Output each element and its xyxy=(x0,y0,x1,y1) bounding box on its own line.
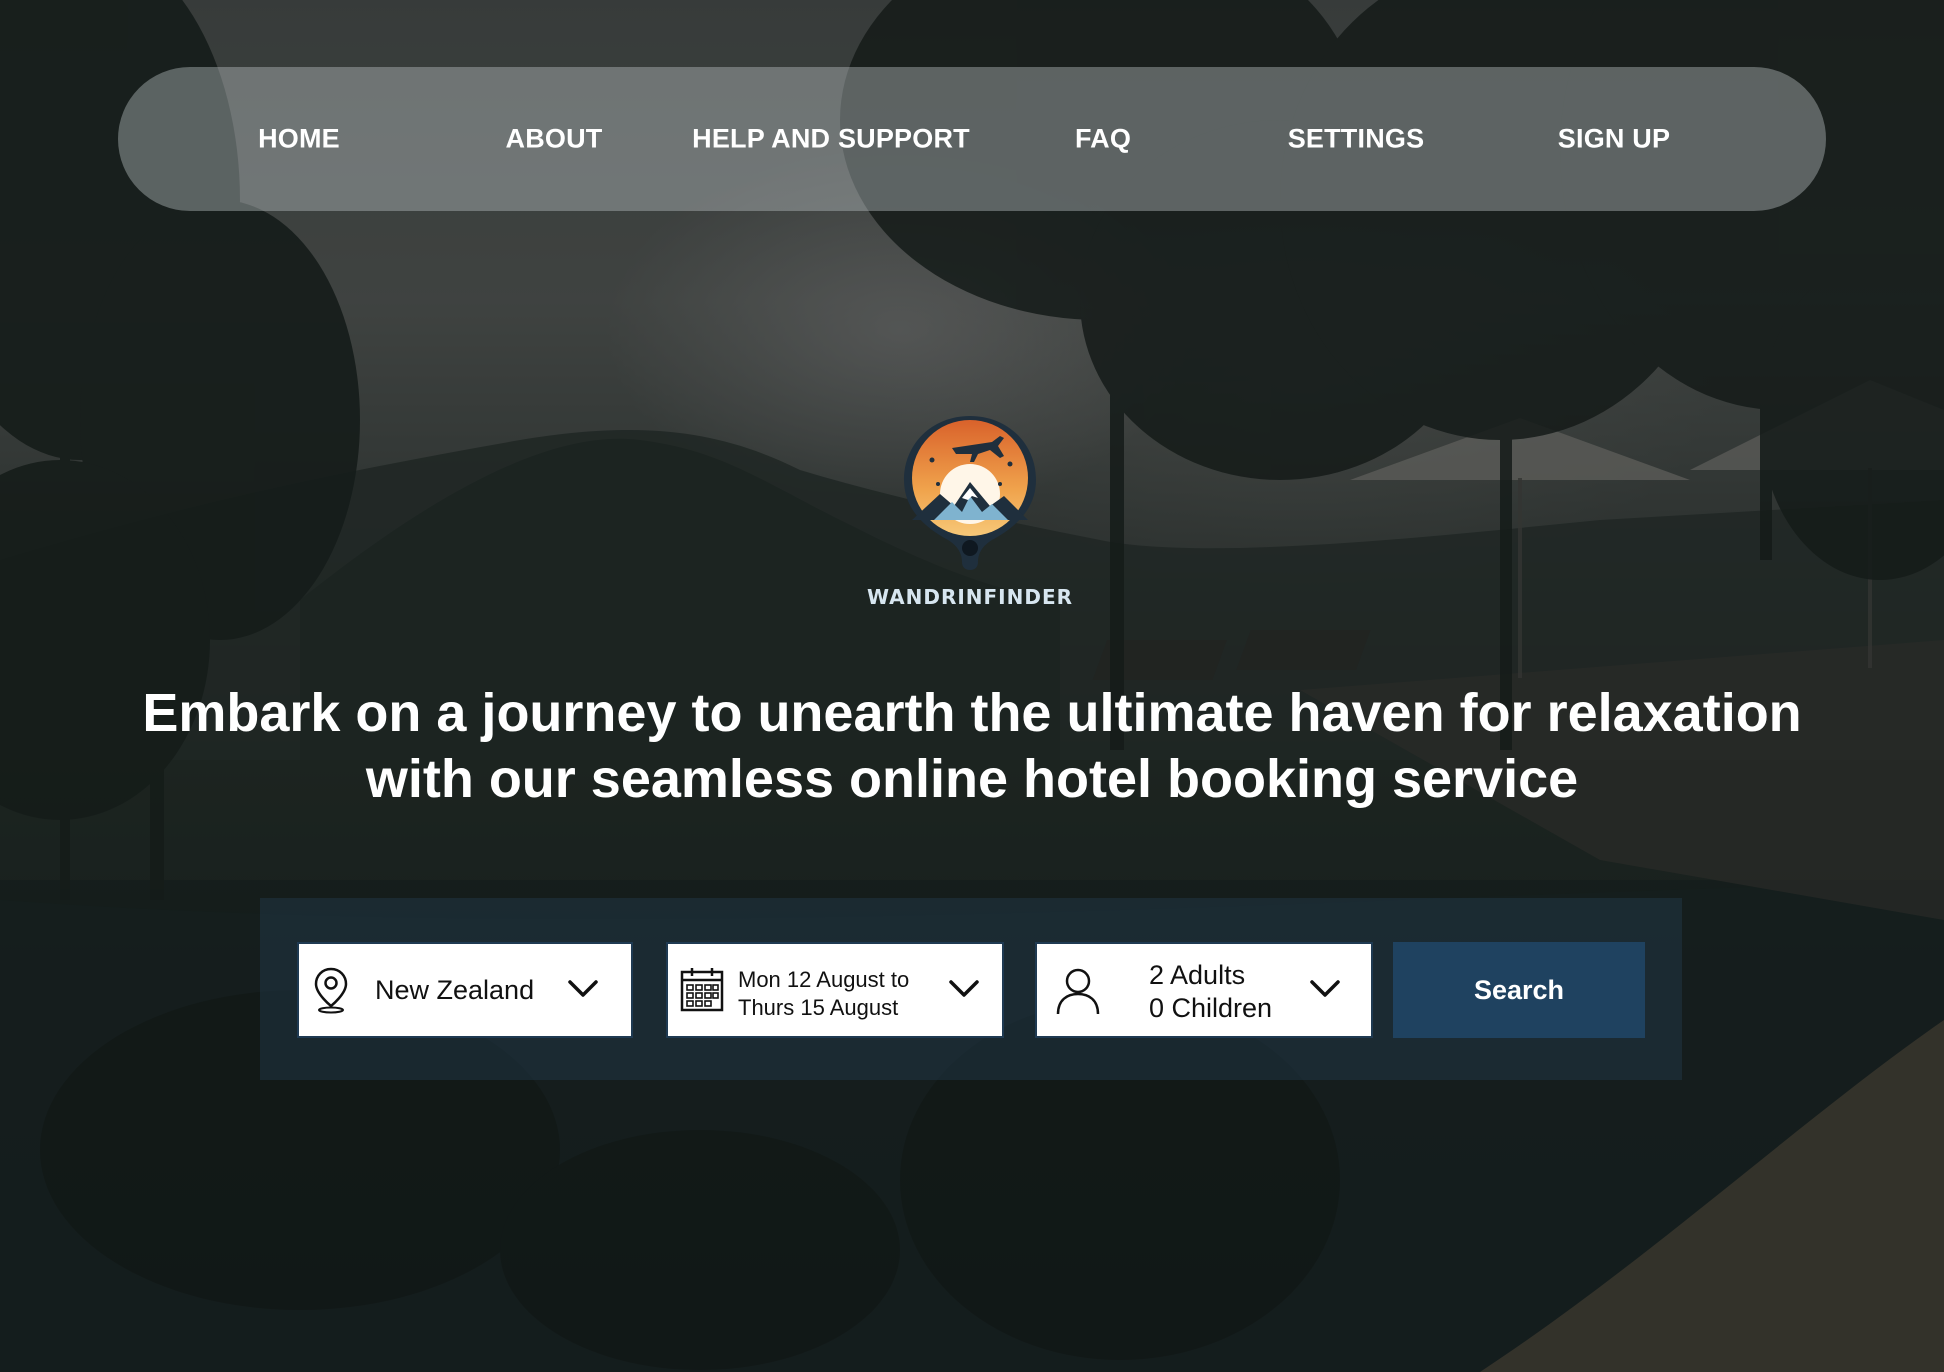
hero-headline-line-2: with our seamless online hotel booking s… xyxy=(365,749,1579,809)
chevron-down-icon xyxy=(568,980,598,997)
nav-settings-link[interactable]: SETTINGS xyxy=(1288,124,1425,155)
nav-about-link[interactable]: ABOUT xyxy=(506,124,603,155)
map-pin-icon xyxy=(314,967,348,1014)
calendar-icon xyxy=(680,968,724,1012)
nav-help-and-support-link[interactable]: HELP AND SUPPORT xyxy=(692,124,970,155)
search-button[interactable]: Search xyxy=(1393,942,1645,1038)
date-range-start: Mon 12 August to xyxy=(738,967,910,992)
guests-select[interactable]: 2 Adults 0 Children xyxy=(1035,942,1373,1038)
top-navigation-bar: HOME ABOUT HELP AND SUPPORT FAQ SETTINGS… xyxy=(118,67,1826,211)
chevron-down-icon xyxy=(1310,980,1340,997)
hero-headline: Embark on a journey to unearth the ultim… xyxy=(60,680,1884,812)
date-range-end: Thurs 15 August xyxy=(738,995,899,1020)
guests-adults: 2 Adults xyxy=(1149,960,1246,990)
hero-headline-line-1: Embark on a journey to unearth the ultim… xyxy=(142,683,1802,743)
chevron-down-icon xyxy=(949,980,979,997)
date-range-select[interactable]: Mon 12 August to Thurs 15 August xyxy=(666,942,1004,1038)
logo-icon xyxy=(904,416,1036,570)
nav-home-link[interactable]: HOME xyxy=(258,124,340,155)
person-icon xyxy=(1056,968,1100,1015)
nav-sign-up-link[interactable]: SIGN UP xyxy=(1558,124,1670,155)
destination-value: New Zealand xyxy=(375,975,535,1005)
guests-children: 0 Children xyxy=(1149,993,1273,1023)
destination-select[interactable]: New Zealand xyxy=(297,942,633,1038)
brand-name: WANDRINFINDER xyxy=(866,585,1074,609)
nav-faq-link[interactable]: FAQ xyxy=(1075,124,1131,155)
mountain-plane-pin-logo xyxy=(900,412,1040,572)
